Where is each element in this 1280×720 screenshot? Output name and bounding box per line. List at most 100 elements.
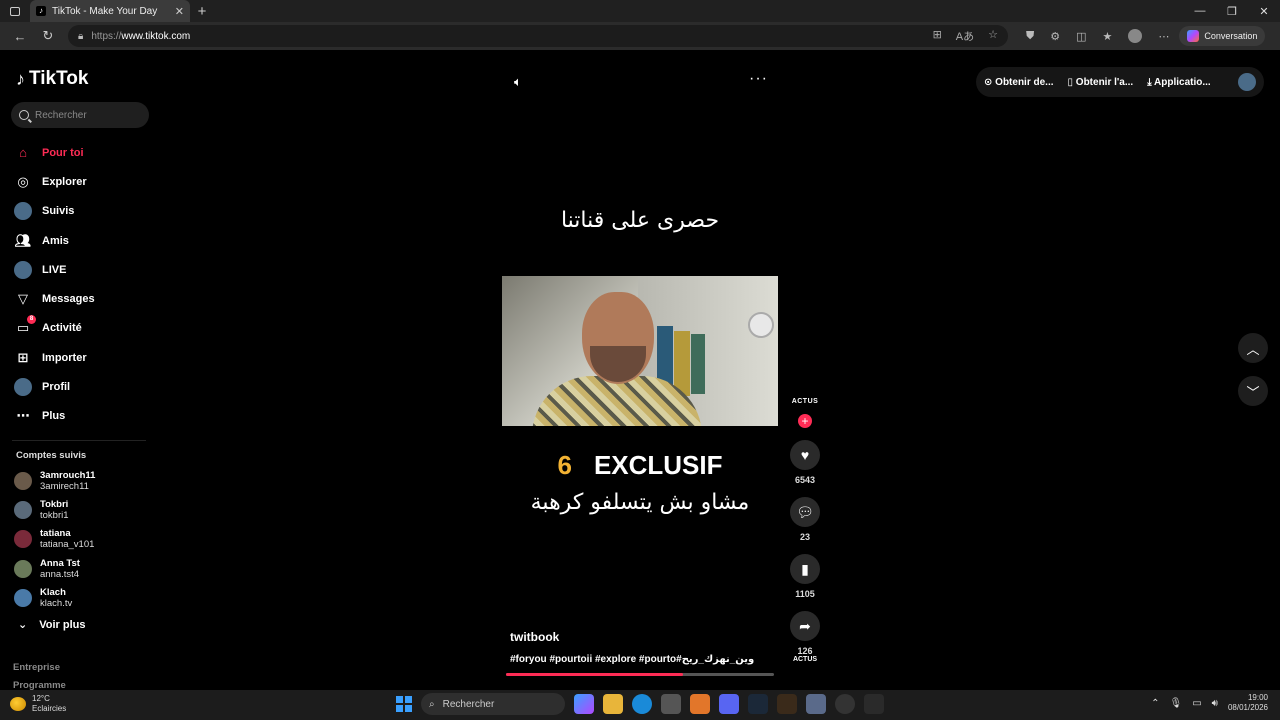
profile-avatar-icon[interactable] <box>1128 29 1143 43</box>
previous-video-button[interactable]: ︿ <box>1238 333 1268 363</box>
comment-button[interactable]: 💬︎ 23 <box>788 497 822 542</box>
nav-item-activity[interactable]: ▭ 8 Activité <box>14 314 154 343</box>
followed-accounts-list: 3amrouch11 3amirech11 Tokbri tokbri1 tatia… <box>14 466 154 612</box>
clock[interactable]: 19:00 08/01/2026 <box>1228 693 1268 713</box>
tray-chevron-up-icon[interactable]: ⌃ <box>1151 698 1159 709</box>
nav-item-messages[interactable]: ▽ Messages <box>14 284 154 313</box>
like-button[interactable]: ♥ 6543 <box>788 440 822 485</box>
discord-icon[interactable] <box>719 694 739 714</box>
share-button[interactable]: ➦ 126 <box>788 611 822 656</box>
followed-account[interactable]: Klach klach.tv <box>14 583 154 612</box>
conversation-button[interactable]: Conversation <box>1179 26 1266 46</box>
close-window-icon[interactable]: ✕ <box>1248 5 1280 18</box>
restore-icon[interactable]: ❐ <box>1216 5 1248 18</box>
nav-item-live[interactable]: LIVE <box>14 255 154 284</box>
conversation-label: Conversation <box>1204 31 1258 41</box>
microphone-icon[interactable]: 🎙︎ <box>1169 698 1182 709</box>
system-tray: ⌃ 🎙︎ ▭ 🔊︎ 19:00 08/01/2026 <box>1151 693 1268 713</box>
followed-account[interactable]: Anna Tst anna.tst4 <box>14 554 154 583</box>
lock-icon[interactable]: 🔒︎ <box>78 31 83 42</box>
nav-item-explore[interactable]: ◎ Explorer <box>14 167 154 196</box>
video-progress-bar[interactable] <box>506 673 774 676</box>
app-a-icon[interactable] <box>690 694 710 714</box>
browser-tab[interactable]: ♪ TikTok - Make Your Day ✕ <box>30 0 190 22</box>
search-input[interactable]: Rechercher <box>11 102 149 128</box>
search-icon: ⌕ <box>429 698 435 710</box>
edge-browser-icon[interactable] <box>632 694 652 714</box>
get-coins-button[interactable]: ⊙ Obtenir de... <box>984 77 1054 88</box>
chevron-up-icon: ︿ <box>1246 341 1260 357</box>
followed-account[interactable]: Tokbri tokbri1 <box>14 495 154 524</box>
reload-icon[interactable]: ↻ <box>34 28 62 44</box>
shield-icon[interactable]: ⛊ <box>1026 30 1034 43</box>
chevron-down-icon: ﹀ <box>1246 384 1260 400</box>
sound-disc[interactable]: ACTUS <box>788 656 822 663</box>
video-progress-fill <box>506 673 683 676</box>
taskbar-search-label: Rechercher <box>442 698 495 710</box>
account-name: tatiana <box>40 528 71 540</box>
taskbar-apps: ⌕ Rechercher <box>396 693 884 715</box>
tab-actions-button[interactable] <box>0 0 30 22</box>
tab-close-icon[interactable]: ✕ <box>175 5 184 18</box>
tiktok-logo[interactable]: ♪ TikTok <box>16 68 88 90</box>
followed-account[interactable]: tatiana tatiana_v101 <box>14 525 154 554</box>
nav-item-more[interactable]: ⋯ Plus <box>14 402 154 431</box>
save-button[interactable]: ▮ 1105 <box>788 554 822 599</box>
frame-clock <box>748 312 774 338</box>
see-more-button[interactable]: ⌄ Voir plus <box>18 618 85 632</box>
video-hashtags[interactable]: #foryou #pourtoii #explore #pourto#وين_ن… <box>510 654 754 665</box>
bookmark-icon: ▮ <box>790 554 820 584</box>
nav-label: Importer <box>42 351 87 364</box>
live-icon <box>14 260 32 279</box>
taskbar-search[interactable]: ⌕ Rechercher <box>421 693 565 715</box>
account-avatar <box>14 500 32 519</box>
nav-item-following[interactable]: Suivis <box>14 197 154 226</box>
minimize-icon[interactable]: — <box>1184 5 1216 18</box>
video-player[interactable]: حصرى على قناتنا 6 EXCLUSIF مشاو بش يتسلف… <box>502 186 778 678</box>
extensions-icon[interactable]: ⚙ <box>1050 30 1060 43</box>
nav-item-friends[interactable]: 👥︎ Amis <box>14 226 154 255</box>
read-aloud-icon[interactable]: Aあ <box>956 28 974 44</box>
back-icon[interactable]: ← <box>6 29 34 44</box>
account-name: Tokbri <box>40 498 69 510</box>
next-video-button[interactable]: ﹀ <box>1238 376 1268 406</box>
chrome-app-icon[interactable] <box>835 694 855 714</box>
settings-more-icon[interactable]: ⋯ <box>1158 30 1169 43</box>
url-field[interactable]: 🔒︎ https://www.tiktok.com ⊞ Aあ ☆ <box>68 25 1008 47</box>
address-toolbar: ← ↻ 🔒︎ https://www.tiktok.com ⊞ Aあ ☆ ⛊ ⚙… <box>0 22 1280 50</box>
user-avatar[interactable] <box>1238 73 1256 91</box>
weather-widget[interactable]: 12°C Eclaircies <box>10 694 66 714</box>
get-app-button[interactable]: ▯ Obtenir l'a... <box>1068 77 1134 88</box>
split-screen-icon[interactable]: ◫ <box>1076 30 1086 43</box>
channel-avatar[interactable]: ACTUS <box>788 398 822 405</box>
settings-app-icon[interactable] <box>806 694 826 714</box>
video-author[interactable]: twitbook <box>510 630 559 644</box>
volume-icon[interactable]: 🔈︎ <box>514 74 522 90</box>
new-tab-button[interactable]: + <box>190 3 214 20</box>
windows-taskbar: 12°C Eclaircies ⌕ Rechercher ⌃ 🎙︎ ▭ 🔊︎ 19… <box>0 690 1280 720</box>
video-frame <box>502 276 778 426</box>
heart-icon: ♥ <box>790 440 820 470</box>
file-explorer-icon[interactable] <box>603 694 623 714</box>
app-available-icon[interactable]: ⊞ <box>933 28 942 44</box>
nav-item-profile[interactable]: Profil <box>14 372 154 401</box>
logitech-icon[interactable] <box>864 694 884 714</box>
nav-item-for-you[interactable]: ⌂ Pour toi <box>14 138 154 167</box>
more-options-icon[interactable]: ··· <box>749 70 768 88</box>
windows-start-icon[interactable] <box>396 696 412 712</box>
copilot-app-icon[interactable] <box>574 694 594 714</box>
save-count: 1105 <box>795 589 815 599</box>
follow-plus-icon[interactable]: + <box>798 414 812 428</box>
store-icon[interactable] <box>661 694 681 714</box>
game-app-icon[interactable] <box>777 694 797 714</box>
steam-icon[interactable] <box>748 694 768 714</box>
followed-account[interactable]: 3amrouch11 3amirech11 <box>14 466 154 495</box>
footer-company-link[interactable]: Entreprise <box>13 662 60 673</box>
favorites-icon[interactable]: ★ <box>1103 30 1113 43</box>
favorite-star-icon[interactable]: ☆ <box>988 28 998 44</box>
download-app-button[interactable]: ⤓ Applicatio... <box>1147 77 1211 88</box>
network-icon[interactable]: ▭ <box>1192 698 1201 709</box>
exclusive-banner: 6 EXCLUSIF <box>502 450 778 481</box>
nav-item-upload[interactable]: ⊞ Importer <box>14 343 154 372</box>
speaker-icon[interactable]: 🔊︎ <box>1212 698 1218 709</box>
